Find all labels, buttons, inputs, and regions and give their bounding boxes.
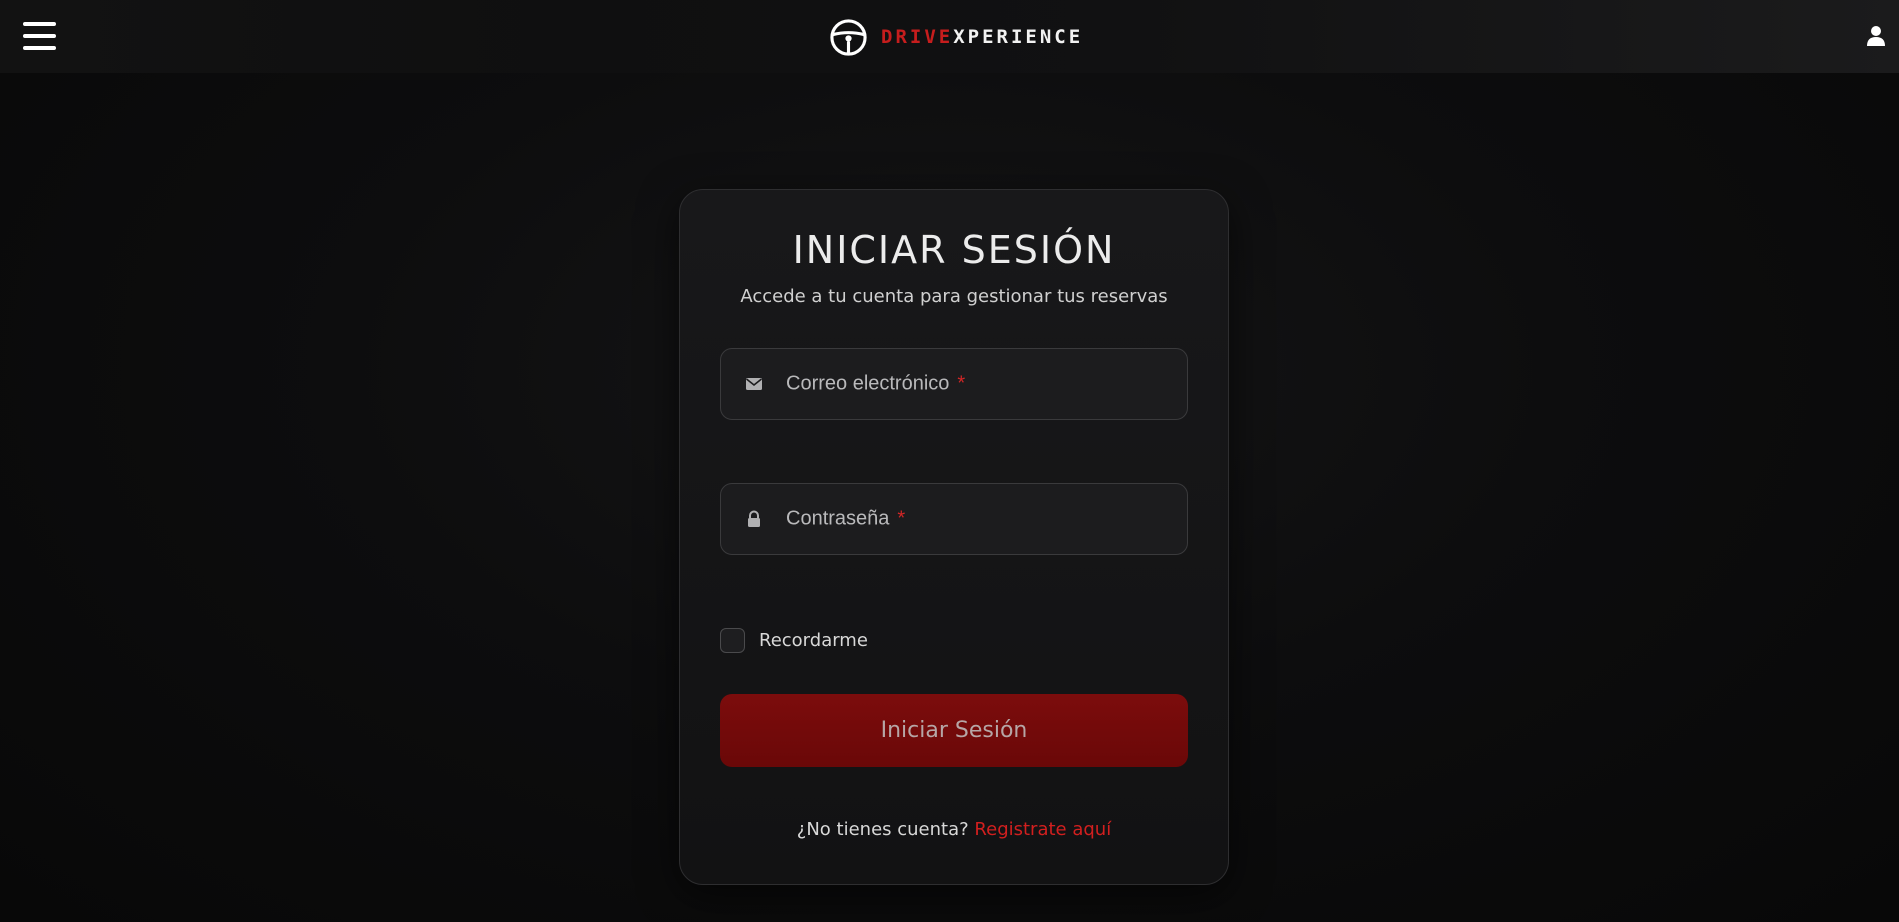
envelope-icon xyxy=(746,378,762,390)
remember-me[interactable]: Recordarme xyxy=(720,627,868,653)
brand-logo[interactable]: DRIVE XPERIENCE xyxy=(829,17,1083,57)
lock-icon xyxy=(748,510,760,527)
page-title: INICIAR SESIÓN xyxy=(792,228,1116,272)
brand-name: DRIVE XPERIENCE xyxy=(881,26,1083,48)
brand-name-xperience: XPERIENCE xyxy=(953,26,1084,48)
no-account-text: ¿No tienes cuenta? xyxy=(796,819,969,840)
email-field[interactable]: Correo electrónico * xyxy=(720,348,1188,420)
user-icon[interactable] xyxy=(1866,25,1886,47)
top-bar: DRIVE XPERIENCE xyxy=(0,0,1899,73)
brand-name-drive: DRIVE xyxy=(881,26,954,48)
email-field-label: Correo electrónico * xyxy=(786,373,965,396)
password-field[interactable]: Contraseña * xyxy=(720,483,1188,555)
register-link[interactable]: Registrate aquí xyxy=(974,819,1111,840)
required-mark: * xyxy=(897,507,906,530)
remember-checkbox[interactable] xyxy=(720,627,745,653)
page-subtitle: Accede a tu cuenta para gestionar tus re… xyxy=(740,286,1168,307)
register-prompt: ¿No tienes cuenta? Registrate aquí xyxy=(680,819,1228,840)
menu-icon[interactable] xyxy=(23,22,56,50)
required-mark: * xyxy=(957,372,966,395)
password-label-text: Contraseña xyxy=(786,507,890,530)
login-button[interactable]: Iniciar Sesión xyxy=(720,694,1188,767)
email-label-text: Correo electrónico xyxy=(786,372,950,395)
login-card: INICIAR SESIÓN Accede a tu cuenta para g… xyxy=(679,189,1229,885)
password-field-label: Contraseña * xyxy=(786,508,905,531)
remember-label: Recordarme xyxy=(759,629,868,651)
steering-wheel-icon xyxy=(830,18,867,56)
